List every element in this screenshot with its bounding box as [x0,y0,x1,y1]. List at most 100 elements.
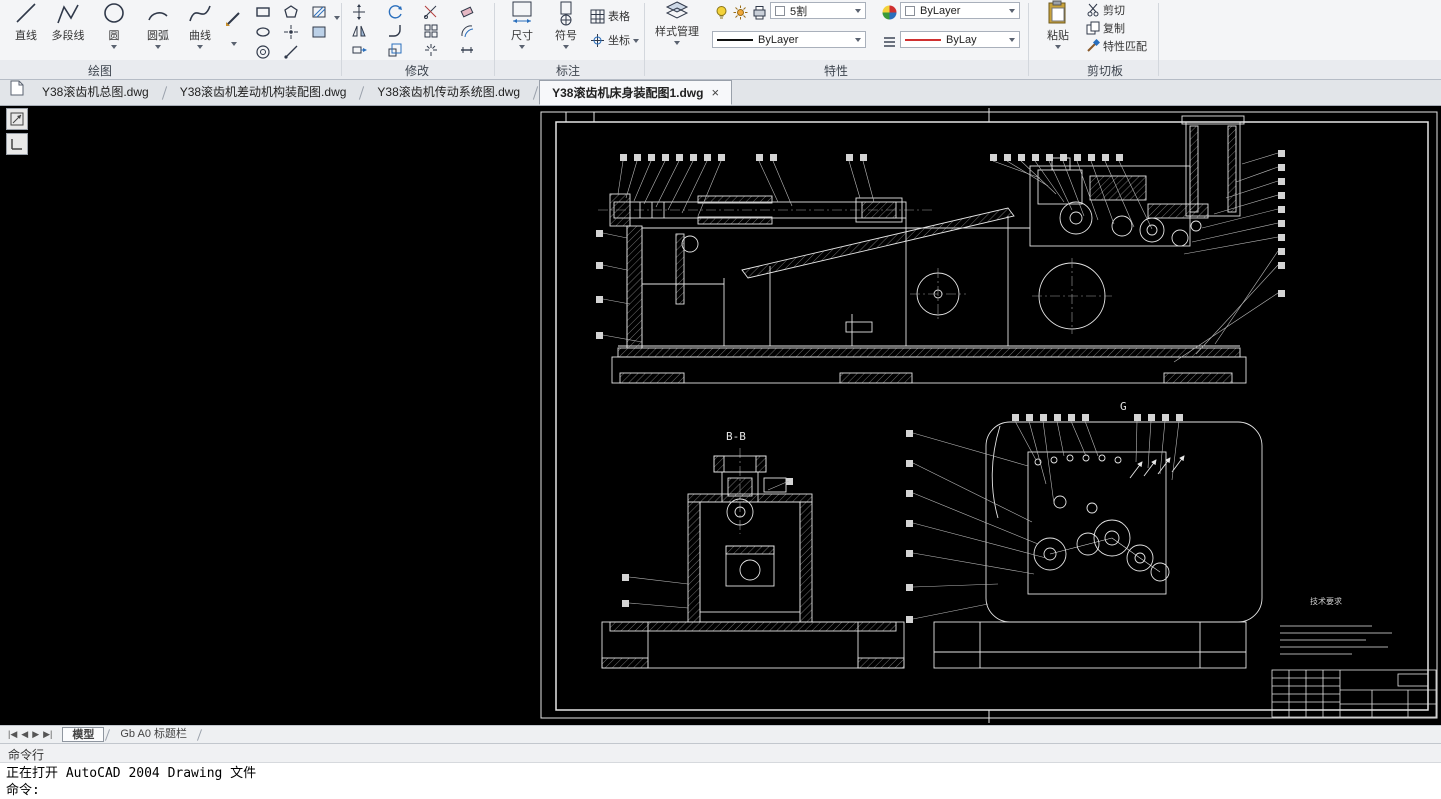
stretch-tool-button[interactable] [350,41,368,59]
coordinate-dropdown-arrow-icon [633,39,639,43]
offset-tool-button[interactable] [458,22,476,40]
dimension-icon [512,1,532,23]
circle-dropdown-arrow-icon[interactable] [111,45,117,49]
paste-dropdown-arrow-icon[interactable] [1055,45,1061,49]
rotate-tool-button[interactable] [386,3,404,21]
fillet-tool-button[interactable] [386,22,404,40]
command-prompt-line[interactable]: 命令: [6,782,1435,799]
color-dropdown[interactable]: ByLayer [900,2,1020,19]
point-tool-button[interactable] [282,23,300,41]
region-icon [312,26,326,38]
dimension-tool-button[interactable]: 尺寸 [500,0,544,49]
layout-nav-last-button[interactable]: ▶| [43,729,52,740]
hatch-tool-button[interactable] [310,3,328,21]
rectangle-tool-button[interactable] [254,3,272,21]
arc-icon [148,12,168,21]
command-history-line: 正在打开 AutoCAD 2004 Drawing 文件 [6,766,257,781]
panel-separator [1028,3,1029,76]
linetype-dropdown[interactable]: ByLayer [712,31,866,48]
command-line-header[interactable]: 命令行 [0,743,1441,762]
plot-style-dropdown[interactable]: ByLay [900,31,1020,48]
layer-freeze-button[interactable] [731,3,749,21]
layer-plot-button[interactable] [750,3,768,21]
style-manager-button[interactable]: 样式管理 [650,0,704,45]
paste-icon [1048,0,1066,24]
view-bb-label: B-B [726,430,746,443]
symbol-tool-button[interactable]: 符号 [544,0,588,49]
dimension-dropdown-arrow-icon[interactable] [519,45,525,49]
mirror-tool-button[interactable] [350,22,368,40]
command-line-panel[interactable]: 正在打开 AutoCAD 2004 Drawing 文件 命令: [0,762,1441,799]
polygon-tool-button[interactable] [282,3,300,21]
line-tool-button[interactable]: 直线 [4,0,48,43]
draw-more-button[interactable] [328,8,346,26]
layer-on-button[interactable] [712,3,730,21]
plot-style-dropdown-arrow-icon [1009,37,1015,42]
match-properties-button[interactable]: 特性匹配 [1086,38,1147,54]
layout-nav-prev-button[interactable]: ◀ [21,729,28,740]
coordinate-tool-button[interactable]: 坐标 [590,32,639,48]
ucs-button[interactable] [6,133,28,155]
color-wheel-button[interactable] [880,3,898,21]
title-block-area: 技术要求 [1271,596,1437,718]
donut-tool-button[interactable] [254,43,272,61]
erase-tool-button[interactable] [458,3,476,21]
pencil-dropdown-button[interactable] [225,34,243,52]
paste-button[interactable]: 粘贴 [1036,0,1080,49]
circle-tool-button[interactable]: 圆 [92,0,136,49]
modify-panel-label[interactable]: 修改 [372,62,462,79]
arc-dropdown-arrow-icon[interactable] [155,45,161,49]
explode-tool-button[interactable] [422,41,440,59]
draw-panel-label[interactable]: 绘图 [55,62,145,79]
model-tab[interactable]: 模型 [62,727,105,742]
layout-tab-separator [196,728,203,741]
clipboard-panel-label[interactable]: 剪切板 [1060,62,1150,79]
view-control-button[interactable] [6,108,28,130]
panel-separator [494,3,495,76]
trim-tool-button[interactable] [422,3,440,21]
symbol-dropdown-arrow-icon[interactable] [563,45,569,49]
trim-icon [424,5,437,19]
layout-nav-next-button[interactable]: ▶ [32,729,39,740]
list-icon [883,36,895,47]
layout1-tab[interactable]: Gb A0 标题栏 [111,727,196,742]
plot-style-dropdown-value: ByLay [946,33,977,46]
arc-tool-button[interactable]: 圆弧 [136,0,180,49]
list-button[interactable] [880,32,898,50]
file-tab-3[interactable]: Y38滚齿机传动系统图.dwg [365,80,532,105]
annotate-panel-label[interactable]: 标注 [523,62,613,79]
file-tab-1[interactable]: Y38滚齿机总图.dwg [30,80,161,105]
polyline-tool-button[interactable]: 多段线 [46,0,90,43]
array-tool-button[interactable] [422,22,440,40]
spline-tool-button[interactable]: 曲线 [178,0,222,49]
region-tool-button[interactable] [310,23,328,41]
drawing-canvas[interactable]: B-B G 技术要求 [0,106,1441,725]
copy-button[interactable]: 复制 [1086,20,1125,36]
layout-nav-first-button[interactable]: |◀ [8,729,17,740]
cut-label: 剪切 [1103,5,1125,17]
scale-tool-button[interactable] [386,41,404,59]
polyline-tool-label: 多段线 [51,30,85,42]
view-g: G [933,400,1263,669]
ellipse-tool-button[interactable] [254,23,272,41]
move-tool-button[interactable] [350,3,368,21]
file-tab-4-active[interactable]: Y38滚齿机床身装配图1.dwg × [539,80,733,105]
linetype-sample [717,38,753,41]
layer-dropdown[interactable]: 5割 [770,2,866,19]
donut-icon [256,45,270,59]
file-tab-2[interactable]: Y38滚齿机差动机构装配图.dwg [168,80,359,105]
table-tool-button[interactable]: 表格 [590,8,630,24]
color-dropdown-arrow-icon [1009,8,1015,13]
properties-panel-label[interactable]: 特性 [791,62,881,79]
ray-tool-button[interactable] [282,43,300,61]
style-manager-arrow-icon[interactable] [674,41,680,45]
cut-button[interactable]: 剪切 [1086,2,1125,18]
hatch-icon [312,6,326,18]
lengthen-tool-button[interactable] [458,41,476,59]
color-dropdown-value: ByLayer [920,4,961,17]
pencil-tool-button[interactable] [222,6,246,30]
close-tab-icon[interactable]: × [711,86,719,99]
drawing-file-icon[interactable] [10,80,24,101]
spline-dropdown-arrow-icon[interactable] [197,45,203,49]
model-tab-label: 模型 [72,729,95,741]
